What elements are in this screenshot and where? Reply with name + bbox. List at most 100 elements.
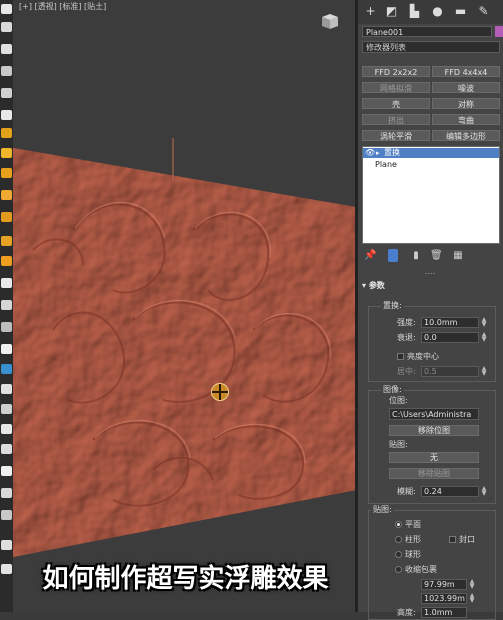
compound-icon[interactable] [1,488,12,498]
cylinder-icon[interactable] [1,300,12,310]
remove-bitmap-button[interactable]: 移除位图 [389,425,479,436]
wire-icon[interactable] [1,322,12,332]
modifier-button[interactable]: 对称 [432,98,500,109]
strength-spinner-arrows[interactable]: ▲ ▼ [481,317,487,328]
modifier-button[interactable]: FFD 4x4x4 [432,66,500,77]
spherical-radio[interactable] [395,551,402,558]
shrink-wrap-label: 收缩包裹 [405,565,437,574]
center-spinner[interactable]: 0.5 [421,366,479,377]
blur-spinner[interactable]: 0.24 [421,486,479,497]
decay-spinner-arrows[interactable]: ▲ ▼ [481,332,487,343]
image-group: 图像: 位图: C:\Users\Administra 移除位图 贴图: 无 移… [368,385,496,504]
modifier-button[interactable]: 噪波 [432,82,500,93]
remove-map-button[interactable]: 移除贴图 [389,468,479,479]
box-icon[interactable] [1,22,12,32]
modifier-button[interactable]: 壳 [362,98,430,109]
make-unique-icon[interactable]: ▮ [410,249,422,262]
helper-icon[interactable] [1,384,12,394]
show-end-result-icon[interactable] [388,249,398,262]
grid-icon[interactable] [1,364,12,374]
geosphere-icon[interactable] [1,236,12,246]
expand-arrow-icon[interactable]: ▸ [376,148,380,158]
sphere-icon[interactable] [1,148,12,158]
create-tab-icon[interactable]: + [364,5,377,18]
panel-splitter[interactable]: .... [418,268,442,276]
pin-stack-icon[interactable]: 📌 [364,249,376,262]
strength-spinner[interactable]: 10.0mm [421,317,479,328]
torus-icon[interactable] [1,190,12,200]
perspective-viewport[interactable]: [+] [透视] [标准] [贴土] 如何制作超写实浮雕效果 [13,0,358,612]
max-window: [+] [透视] [标准] [贴土] 如何制作超写实浮雕效果 + ◩ ▙ ● ▬… [0,0,503,620]
map-label: 贴图: [389,440,408,449]
planar-radio[interactable] [395,521,402,528]
motion-tab-icon[interactable]: ● [431,5,444,18]
viewport-label[interactable]: [+] [透视] [标准] [贴土] [19,1,106,12]
select-icon[interactable] [1,44,12,54]
object-name-field[interactable]: Plane001 [362,26,492,37]
particle-icon[interactable] [1,466,12,476]
displace-group-title: 置换: [381,301,404,311]
cone-icon[interactable] [1,168,12,178]
decay-label: 衰退: [397,333,416,342]
configure-sets-icon[interactable]: ▦ [452,249,464,262]
decay-spinner[interactable]: 0.0 [421,332,479,343]
terrain-icon[interactable] [1,510,12,520]
stack-toolbar: 📌 ▮ 🗑 ▦ [358,247,503,265]
map-button[interactable]: 无 [389,452,479,463]
settings-icon[interactable] [1,564,12,574]
collapse-icon: ▾ [362,281,369,290]
length-spinner[interactable]: 97.99m [421,579,467,590]
modifier-button[interactable]: 网格拟滑 [362,82,430,93]
displace-group: 置换: 强度: 10.0mm ▲ ▼ 衰退: 0.0 ▲ ▼ 亮度中心 居中: 0.… [368,301,496,382]
luminance-center-checkbox[interactable] [397,353,404,360]
parameters-title: 参数 [368,281,385,290]
plus-icon[interactable] [1,540,12,550]
curve-icon[interactable] [1,444,12,454]
display-tab-icon[interactable]: ▬ [454,5,467,18]
modifier-button[interactable]: 编辑多边形 [432,130,500,141]
pyramid-icon[interactable] [1,212,12,222]
map-group: 贴图: 平面 柱形 封口 球形 收缩包裹 97.99m ▲ ▼ 1023.99m … [368,505,496,620]
cylindrical-radio[interactable] [395,536,402,543]
blur-spinner-arrows[interactable]: ▲ ▼ [481,486,487,497]
modifier-list-dropdown[interactable]: 修改器列表 [362,41,500,53]
modifier-button[interactable]: FFD 2x2x2 [362,66,430,77]
cursor-icon [211,383,229,401]
wave-icon[interactable] [1,278,12,288]
modifier-stack[interactable]: 👁 ▸ 置换 Plane [362,146,500,244]
parameters-rollout-header[interactable]: ▾ 参数 [362,280,500,292]
length-spinner-arrows[interactable]: ▲ ▼ [469,579,475,590]
width-spinner[interactable]: 1023.99m [421,593,467,604]
light-icon[interactable] [1,128,12,138]
spacewarp-icon[interactable] [1,404,12,414]
scale-icon[interactable] [1,110,12,120]
left-toolbar [0,0,13,612]
shrink-wrap-radio[interactable] [395,566,402,573]
cap-checkbox[interactable] [449,536,456,543]
viewcube-icon[interactable] [319,12,341,30]
luminance-center-label: 亮度中心 [407,352,439,361]
modifier-button[interactable]: 弯曲 [432,114,500,125]
modifier-button[interactable]: 涡轮平滑 [362,130,430,141]
bone-icon[interactable] [1,344,12,354]
center-spinner-arrows[interactable]: ▲ ▼ [481,366,487,377]
width-spinner-arrows[interactable]: ▲ ▼ [469,593,475,604]
modify-tab-icon[interactable]: ◩ [385,5,398,18]
stack-base-object-label[interactable]: Plane [375,160,397,170]
modifier-button[interactable]: 挤出 [362,114,430,125]
bitmap-path-field[interactable]: C:\Users\Administra [389,408,479,420]
remove-modifier-icon[interactable]: 🗑 [430,249,443,262]
utilities-tab-icon[interactable]: ✎ [477,5,490,18]
relief-plane [13,138,356,557]
move-icon[interactable] [1,66,12,76]
hierarchy-tab-icon[interactable]: ▙ [408,5,421,18]
create-icon[interactable] [1,4,12,14]
system-icon[interactable] [1,424,12,434]
height-spinner[interactable]: 1.0mm [421,607,467,618]
parameters-rollout: ▾ 参数 置换: 强度: 10.0mm ▲ ▼ 衰退: 0.0 ▲ ▼ 亮度中心 居… [362,280,500,620]
sun-icon[interactable] [1,256,12,266]
object-color-swatch[interactable] [495,26,503,37]
stack-modifier-label[interactable]: 置换 [384,148,400,158]
eye-icon[interactable]: 👁 [365,148,375,158]
rotate-icon[interactable] [1,88,12,98]
